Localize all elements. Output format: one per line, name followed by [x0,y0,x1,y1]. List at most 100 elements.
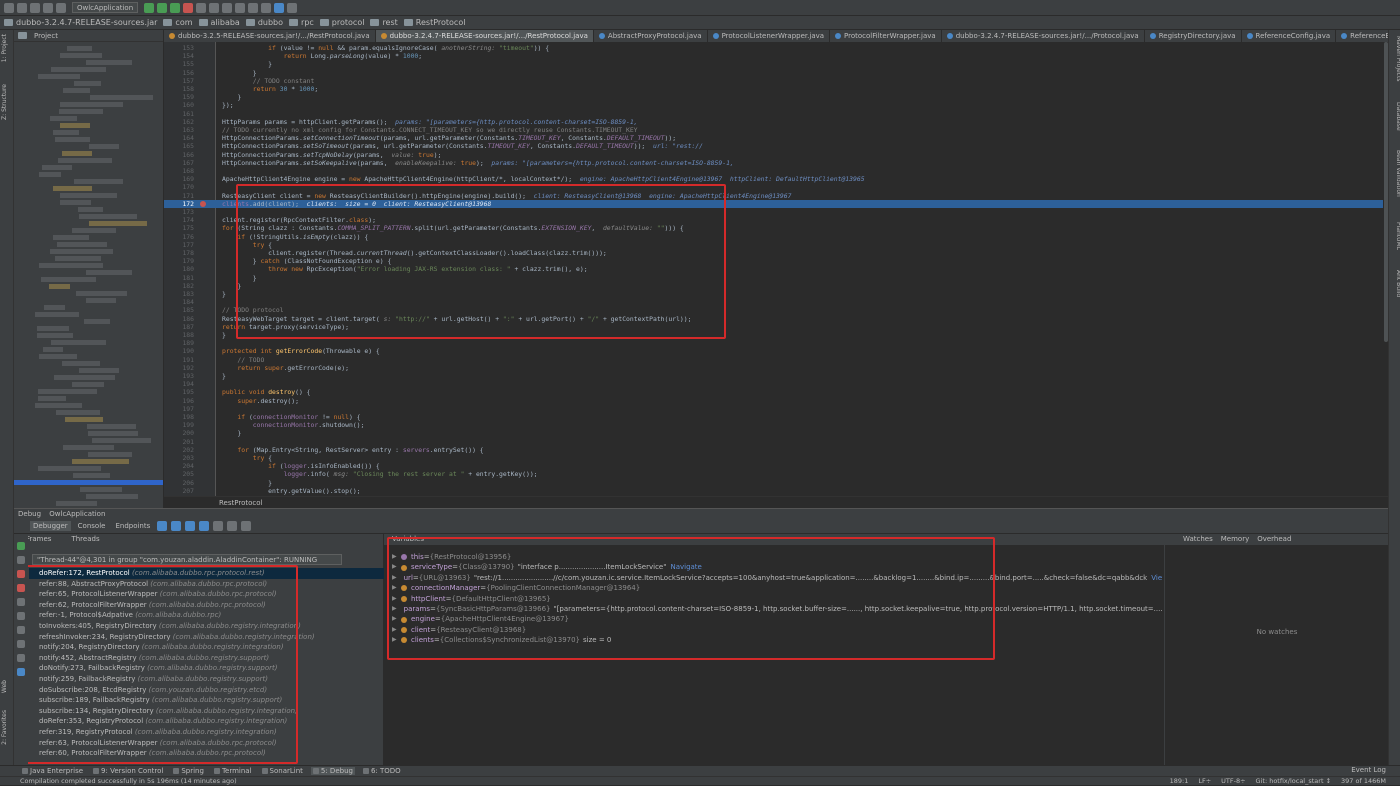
run-to-cursor-icon[interactable] [227,521,238,531]
breadcrumb-item[interactable]: rpc [289,18,314,27]
tree-node[interactable] [39,172,61,177]
line-number[interactable]: 163 [172,126,194,134]
line-number[interactable]: 189 [172,339,194,347]
structure-icon[interactable] [261,2,272,13]
settings-icon[interactable] [248,2,259,13]
tree-node[interactable] [62,361,100,366]
tree-node[interactable] [49,284,70,289]
line-number[interactable]: 196 [172,397,194,405]
code-line[interactable]: 195 public void destroy() { [164,388,1388,396]
code-line[interactable]: 162 HttpParams params = httpClient.getPar… [164,118,1388,126]
code-line[interactable]: 192 return super.getErrorCode(e); [164,364,1388,372]
line-number[interactable]: 202 [172,446,194,454]
tree-node[interactable] [60,200,91,205]
tree-node[interactable] [86,494,138,499]
line-number[interactable]: 166 [172,151,194,159]
line-number[interactable]: 158 [172,85,194,93]
line-number[interactable]: 198 [172,413,194,421]
breadcrumb-item[interactable]: com [163,18,193,27]
sync-icon[interactable] [17,2,27,13]
line-number[interactable]: 199 [172,421,194,429]
tree-node[interactable] [39,354,77,359]
force-step-into-icon[interactable] [185,521,196,531]
line-number[interactable]: 201 [172,438,194,446]
tree-node[interactable] [88,431,138,436]
favorites-tool-tab[interactable]: 2: Favorites [1,710,13,745]
editor-tab[interactable]: ReferenceConfig.java [1242,30,1337,42]
tree-node[interactable] [74,179,123,184]
tree-node[interactable] [39,263,103,268]
vcs-update-icon[interactable] [196,2,207,13]
maven-tool-tab[interactable]: Maven Projects [1390,36,1400,81]
tree-node[interactable] [51,67,106,72]
editor-breadcrumb[interactable]: RestProtocol [164,496,1388,508]
line-number[interactable]: 160 [172,101,194,109]
code-line[interactable]: 153 if (value != null && param.equalsIgn… [164,44,1388,52]
tree-node[interactable] [42,165,72,170]
editor-tab[interactable]: ProtocolFilterWrapper.java [830,30,942,42]
line-number[interactable]: 187 [172,323,194,331]
line-number[interactable]: 204 [172,462,194,470]
line-number[interactable]: 155 [172,60,194,68]
tree-node[interactable] [51,340,106,345]
breakpoint-icon[interactable] [200,200,206,207]
code-line[interactable]: 203 try { [164,454,1388,462]
tree-node[interactable] [89,144,119,149]
breadcrumb-item[interactable]: rest [370,18,398,27]
line-number[interactable]: 174 [172,216,194,224]
code-line[interactable]: 197 [164,405,1388,413]
line-number[interactable]: 192 [172,364,194,372]
tab-debugger[interactable]: Debugger [30,521,71,531]
tree-node[interactable] [73,473,110,478]
breadcrumb-item[interactable]: RestProtocol [403,18,465,27]
code-line[interactable]: 204 if (logger.isInfoEnabled()) { [164,462,1388,470]
web-tool-tab[interactable]: Web [1,680,13,693]
tree-node[interactable] [79,368,119,373]
evaluate-icon[interactable] [241,521,252,531]
tree-node[interactable] [53,130,79,135]
debug-config-name[interactable]: OwlcApplication [49,510,105,518]
tree-node[interactable] [53,235,89,240]
code-line[interactable]: 199 connectionMonitor.shutdown(); [164,421,1388,429]
tool-window-tab[interactable]: 9: Version Control [91,767,165,775]
code-line[interactable]: 167 HttpConnectionParams.setSoKeepalive(p… [164,159,1388,167]
drop-frame-icon[interactable] [213,521,224,531]
tree-node[interactable] [37,333,73,338]
tree-node[interactable] [63,88,90,93]
stop-icon[interactable] [183,2,194,13]
code-line[interactable]: 159 } [164,93,1388,101]
ant-tool-tab[interactable]: Ant Build [1390,270,1400,297]
line-number[interactable]: 197 [172,405,194,413]
overhead-tab[interactable]: Overhead [1257,534,1291,545]
editor-tab[interactable]: ReferenceBean.java [1336,30,1388,42]
tree-node[interactable] [37,326,69,331]
event-log-tab[interactable]: Event Log [1351,765,1386,776]
line-number[interactable]: 164 [172,134,194,142]
tree-node[interactable] [55,137,90,142]
line-number[interactable]: 176 [172,233,194,241]
tool-window-tab[interactable]: Spring [171,767,206,775]
back-icon[interactable] [30,2,40,13]
tree-node[interactable] [35,312,79,317]
line-number[interactable]: 175 [172,224,194,232]
code-line[interactable]: 154 return Long.parseLong(value) * 1000; [164,52,1388,60]
code-line[interactable]: 200 } [164,429,1388,437]
line-number[interactable]: 200 [172,429,194,437]
tool-window-tab[interactable]: 5: Debug [310,767,355,775]
code-line[interactable]: 189 [164,339,1388,347]
help-icon[interactable] [274,2,285,13]
code-line[interactable]: 166 HttpConnectionParams.setTcpNoDelay(pa… [164,151,1388,159]
tool-window-tab[interactable]: Java Enterprise [20,767,85,775]
resume-icon[interactable] [17,542,25,550]
line-number[interactable]: 162 [172,118,194,126]
code-line[interactable]: 207 entry.getValue().stop(); [164,487,1388,495]
tree-node[interactable] [89,221,147,226]
code-line[interactable]: 191 // TODO [164,356,1388,364]
run-config-select[interactable]: OwlcApplication [72,2,139,13]
line-number[interactable]: 186 [172,315,194,323]
code-line[interactable]: 193} [164,372,1388,380]
editor-tab[interactable]: AbstractProxyProtocol.java [594,30,708,42]
tree-node[interactable] [38,389,97,394]
coverage-icon[interactable] [170,2,181,13]
tree-node[interactable] [50,249,113,254]
